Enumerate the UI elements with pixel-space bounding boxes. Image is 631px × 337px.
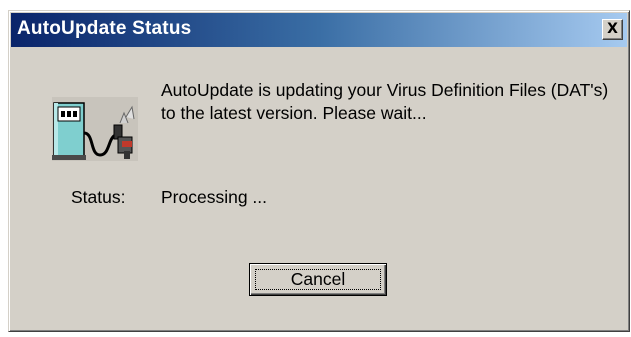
cancel-button[interactable]: Cancel [249, 263, 387, 296]
fuel-pump-icon [46, 93, 142, 165]
status-value: Processing ... [161, 187, 268, 207]
cancel-button-label: Cancel [255, 269, 381, 290]
title-bar[interactable]: AutoUpdate Status X [11, 13, 627, 47]
update-message: AutoUpdate is updating your Virus Defini… [161, 80, 609, 123]
window-title: AutoUpdate Status [17, 18, 192, 39]
close-icon: X [607, 21, 618, 37]
autoupdate-status-dialog: AutoUpdate Status X AutoUpdate is updati… [8, 10, 630, 332]
close-button[interactable]: X [602, 19, 623, 40]
status-label: Status: [71, 187, 126, 207]
